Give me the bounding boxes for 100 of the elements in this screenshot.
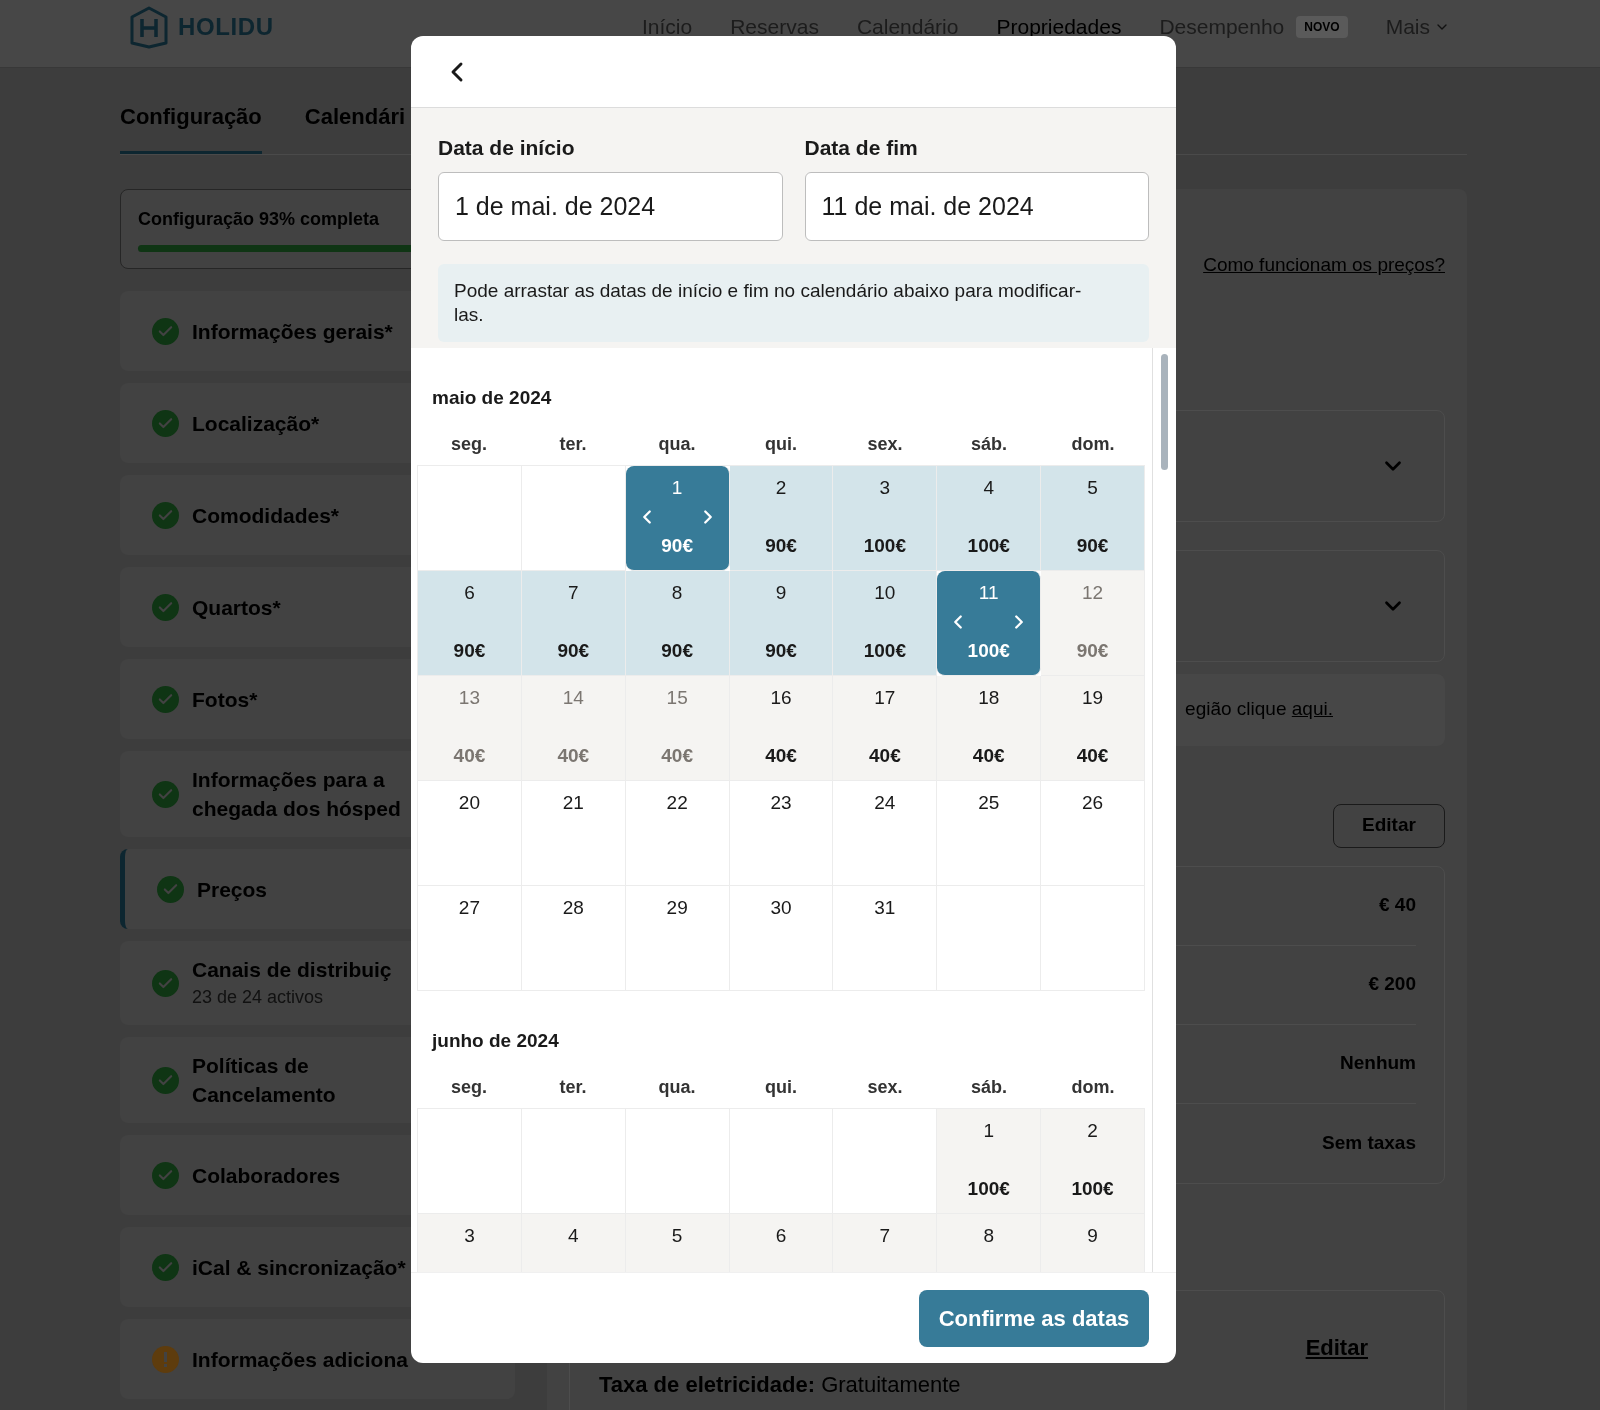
day-number: 2 — [775, 476, 787, 500]
sidebar-item-label: Comodidades* — [192, 502, 340, 529]
date-input[interactable]: 11 de mai. de 2024 — [804, 172, 1149, 241]
day-price: 90€ — [1076, 638, 1109, 663]
summary-value: Nenhum — [1340, 1051, 1416, 1076]
weekday-label: ter. — [558, 1076, 588, 1099]
weekday-label: sáb. — [970, 433, 1008, 456]
calendar-day[interactable]: 23 — [729, 781, 834, 886]
day-number: 6 — [464, 581, 475, 605]
field-label: Data de início — [438, 136, 576, 160]
day-number: 17 — [874, 686, 896, 710]
day-price: 90€ — [557, 638, 590, 663]
calendar-day[interactable]: 31 — [833, 886, 938, 991]
calendar-day[interactable]: 15 40€ — [625, 676, 730, 781]
day-number: 8 — [983, 1224, 994, 1248]
day-number: 3 — [464, 1224, 475, 1248]
calendar-day[interactable]: 9 90€ — [729, 571, 834, 676]
weekday-label: qua. — [657, 1076, 697, 1099]
calendar-day[interactable]: 17 40€ — [833, 676, 938, 781]
weekday-label: sáb. — [970, 1076, 1008, 1099]
calendar-day[interactable]: 29 — [625, 886, 730, 991]
calendar-day[interactable]: 19 40€ — [1041, 676, 1145, 781]
calendar-day[interactable]: 27 — [418, 886, 522, 991]
day-number: 15 — [666, 686, 688, 710]
weekday-label: seg. — [450, 433, 488, 456]
day-number: 4 — [983, 476, 994, 500]
calendar-day[interactable]: 10 100€ — [833, 571, 938, 676]
day-price: 100€ — [967, 533, 1010, 558]
day-number: 21 — [562, 791, 584, 815]
sidebar-item-label: Informações gerais* — [192, 318, 393, 345]
day-number: 18 — [978, 686, 1000, 710]
calendar-day[interactable]: 6 90€ — [418, 571, 522, 676]
calendar-day[interactable]: 7 90€ — [521, 571, 626, 676]
summary-value: Sem taxas — [1322, 1130, 1416, 1155]
weekday-label: qui. — [764, 1076, 798, 1099]
calendar-day[interactable]: 20 — [418, 781, 522, 886]
day-number: 23 — [770, 791, 792, 815]
weekday-label: seg. — [450, 1076, 488, 1099]
sidebar-item-label: Preços — [197, 876, 268, 903]
calendar-day[interactable]: 8 90€ — [625, 571, 730, 676]
calendar-day[interactable]: 22 — [625, 781, 730, 886]
day-price: 100€ — [967, 1176, 1010, 1201]
day-number: 30 — [770, 896, 792, 920]
calendar-day[interactable]: 28 — [521, 886, 626, 991]
day-number: 22 — [666, 791, 688, 815]
day-price: 40€ — [1076, 743, 1109, 768]
calendar-day[interactable]: 3 100€ — [833, 466, 938, 571]
calendar-day[interactable]: 16 40€ — [729, 676, 834, 781]
date-input[interactable]: 1 de mai. de 2024 — [438, 172, 783, 241]
summary-value: € 40 — [1379, 893, 1416, 918]
day-price: 40€ — [661, 743, 693, 768]
day-number: 9 — [775, 581, 787, 605]
day-number: 28 — [562, 896, 584, 920]
field-label: Data de fim — [804, 136, 919, 160]
calendar-day[interactable]: 3 — [418, 1214, 522, 1272]
sidebar-item-label: Informações adiciona — [192, 1346, 408, 1373]
day-number: 13 — [458, 686, 480, 710]
calendar-day[interactable]: 25 — [937, 781, 1042, 886]
sidebar-item-label: Colaboradores — [192, 1162, 341, 1189]
calendar-day[interactable]: 30 — [729, 886, 834, 991]
calendar-day[interactable]: 5 90€ — [1041, 466, 1145, 571]
calendar-day[interactable]: 11 100€ — [937, 571, 1042, 676]
calendar-day[interactable]: 2 100€ — [1041, 1109, 1145, 1214]
day-price: 40€ — [765, 743, 797, 768]
day-price: 100€ — [863, 533, 906, 558]
calendar-day[interactable]: 2 90€ — [729, 466, 834, 571]
sidebar-item-label: Quartos* — [192, 594, 281, 621]
day-number: 8 — [671, 581, 683, 605]
brand-name: HOLIDU — [178, 11, 274, 42]
scrollbar-thumb[interactable] — [1161, 354, 1168, 470]
calendar-day[interactable]: 24 — [833, 781, 938, 886]
day-number: 1 — [983, 1119, 994, 1143]
calendar-day[interactable]: 9 — [1041, 1214, 1145, 1272]
calendar-day[interactable]: 26 — [1041, 781, 1145, 886]
calendar-day[interactable]: 6 — [729, 1214, 834, 1272]
day-number: 16 — [770, 686, 792, 710]
calendar-day[interactable]: 4 — [521, 1214, 626, 1272]
calendar-day[interactable]: 21 — [521, 781, 626, 886]
confirm-button[interactable]: Confirme as datas — [919, 1289, 1149, 1347]
day-price: 90€ — [661, 638, 693, 663]
calendar-day[interactable]: 7 — [833, 1214, 938, 1272]
day-number: 3 — [879, 476, 891, 500]
weekday-label: ter. — [558, 433, 588, 456]
calendar-day[interactable]: 18 40€ — [937, 676, 1042, 781]
calendar-day[interactable]: 12 90€ — [1041, 571, 1145, 676]
new-badge: NOVO — [1296, 15, 1348, 38]
calendar-day[interactable]: 5 — [625, 1214, 730, 1272]
day-price: 90€ — [765, 638, 797, 663]
calendar-day[interactable]: 14 40€ — [521, 676, 626, 781]
calendar-day[interactable]: 1 100€ — [937, 1109, 1042, 1214]
calendar-day[interactable]: 4 100€ — [937, 466, 1042, 571]
day-number: 9 — [1087, 1224, 1098, 1248]
calendar-day[interactable]: 13 40€ — [418, 676, 522, 781]
note-text: egião clique aqui. — [1185, 697, 1333, 722]
day-number: 20 — [458, 791, 480, 815]
day-price: 90€ — [661, 533, 693, 558]
day-price: 40€ — [869, 743, 901, 768]
calendar-day[interactable]: 1 90€ — [625, 466, 730, 571]
sidebar-item-label: Políticas de Cancelamento — [192, 1053, 337, 1108]
calendar-day[interactable]: 8 — [937, 1214, 1042, 1272]
